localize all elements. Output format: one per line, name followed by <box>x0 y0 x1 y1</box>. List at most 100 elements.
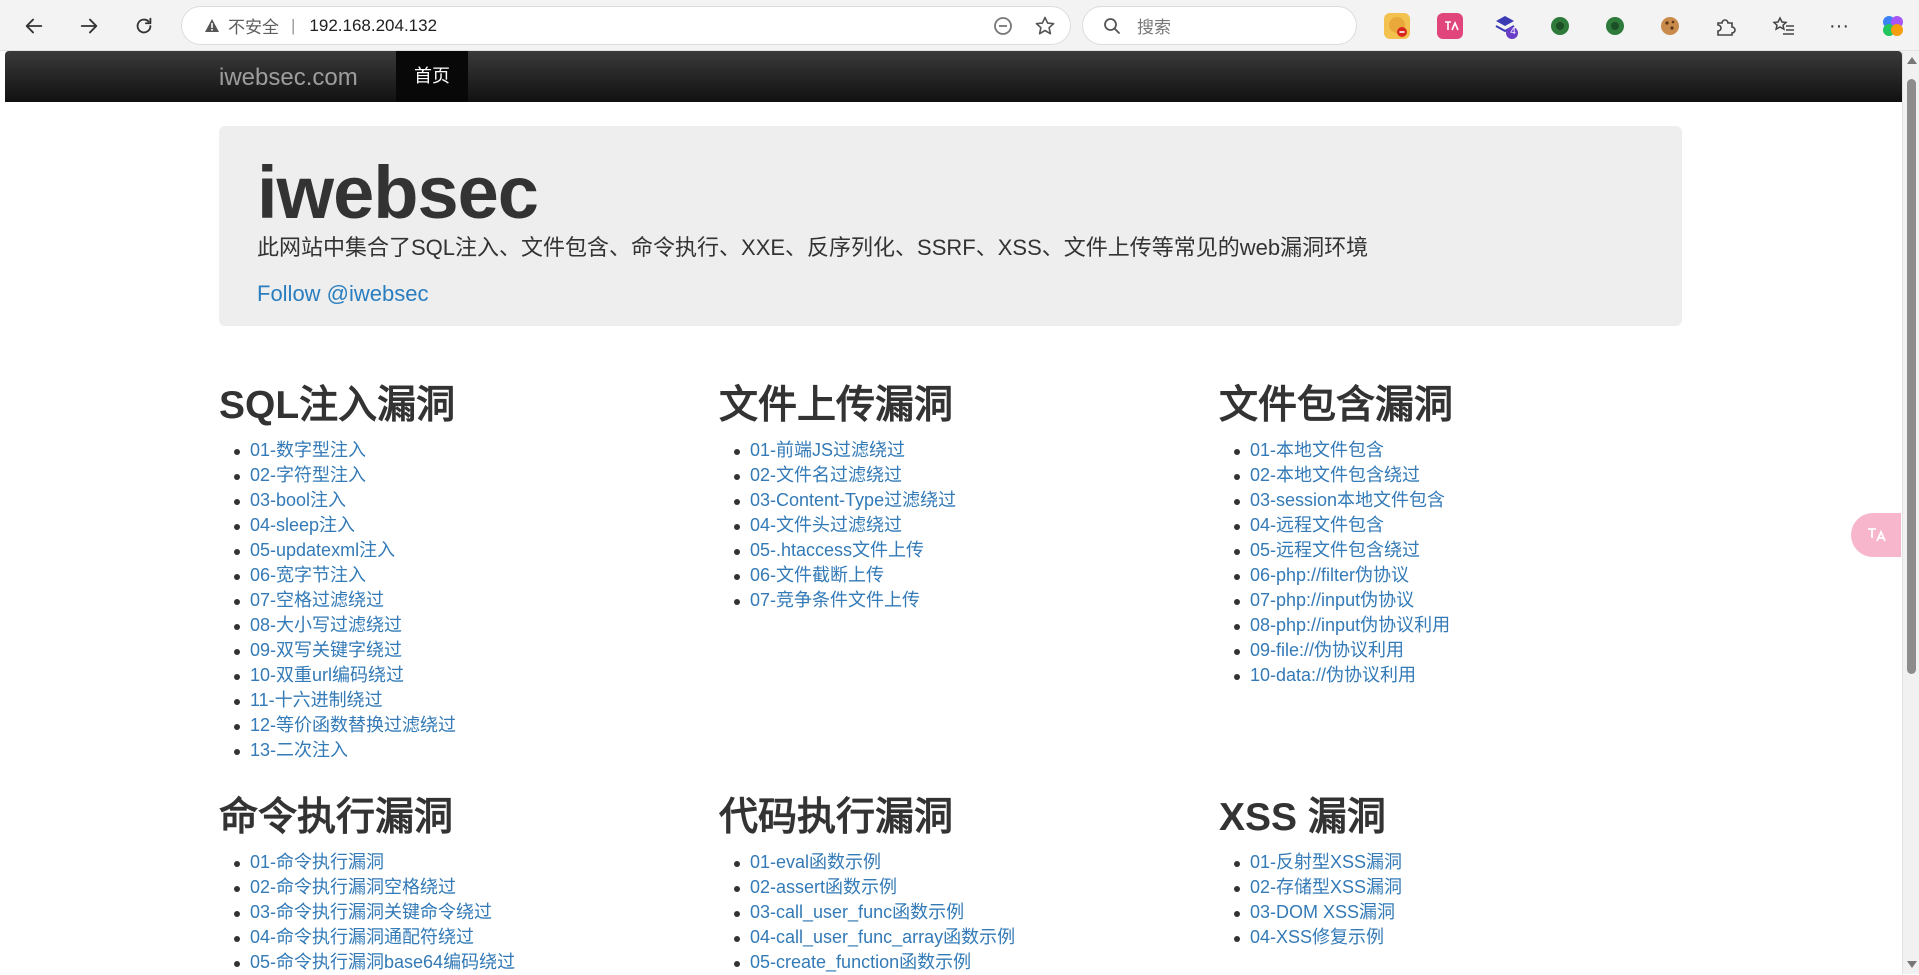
site-description: 此网站中集合了SQL注入、文件包含、命令执行、XXE、反序列化、SSRF、XSS… <box>257 235 1369 260</box>
search-icon <box>1104 17 1120 34</box>
vuln-link[interactable]: 10-双重url编码绕过 <box>219 663 456 688</box>
section-code-execution: 代码执行漏洞 01-eval函数示例 02-assert函数示例 03-call_u… <box>719 786 1015 975</box>
vuln-link[interactable]: 03-Content-Type过滤绕过 <box>719 488 956 513</box>
refresh-icon[interactable] <box>128 10 160 42</box>
shield-green-icon[interactable] <box>1547 13 1573 39</box>
vuln-link[interactable]: 02-本地文件包含绕过 <box>1219 463 1453 488</box>
section-title: 代码执行漏洞 <box>719 796 954 839</box>
stack-extension-icon[interactable]: 4 <box>1492 13 1518 39</box>
section-file-inclusion: 文件包含漏洞 01-本地文件包含 02-本地文件包含绕过 03-session本地文… <box>1219 374 1453 688</box>
site-navbar: iwebsec.com 首页 <box>5 51 1902 102</box>
vuln-link[interactable]: 01-本地文件包含 <box>1219 438 1453 463</box>
vuln-link[interactable]: 06-宽字节注入 <box>219 563 456 588</box>
read-aloud-icon[interactable] <box>992 15 1014 37</box>
address-bar[interactable]: 不安全 | 192.168.204.132 <box>181 6 1071 45</box>
scroll-up-arrow-icon[interactable] <box>1907 57 1917 64</box>
search-placeholder: 搜索 <box>1137 18 1171 37</box>
section-list: 01-eval函数示例 02-assert函数示例 03-call_user_fun… <box>719 850 1015 975</box>
vuln-link[interactable]: 03-bool注入 <box>219 488 456 513</box>
follow-link[interactable]: Follow @iwebsec <box>257 281 429 307</box>
favorite-star-icon[interactable] <box>1034 15 1056 37</box>
jumbotron: iwebsec 此网站中集合了SQL注入、文件包含、命令执行、XXE、反序列化、… <box>219 126 1682 326</box>
insecure-label[interactable]: 不安全 <box>228 13 279 38</box>
vuln-link[interactable]: 10-data://伪协议利用 <box>1219 663 1453 688</box>
back-icon[interactable] <box>18 10 50 42</box>
vuln-link[interactable]: 02-assert函数示例 <box>719 875 1015 900</box>
copilot-icon[interactable] <box>1880 13 1906 39</box>
vuln-link[interactable]: 05-updatexml注入 <box>219 538 456 563</box>
section-command-execution: 命令执行漏洞 01-命令执行漏洞 02-命令执行漏洞空格绕过 03-命令执行漏洞关键… <box>219 786 515 975</box>
section-title: 文件包含漏洞 <box>1219 384 1454 427</box>
warning-icon[interactable] <box>204 18 220 34</box>
more-menu-icon[interactable]: ··· <box>1826 13 1852 39</box>
vuln-link[interactable]: 12-等价函数替换过滤绕过 <box>219 713 456 738</box>
vuln-link[interactable]: 03-call_user_func函数示例 <box>719 900 1015 925</box>
nav-home-link[interactable]: 首页 <box>396 51 468 102</box>
section-list: 01-命令执行漏洞 02-命令执行漏洞空格绕过 03-命令执行漏洞关键命令绕过 04-… <box>219 850 515 975</box>
scroll-down-arrow-icon[interactable] <box>1907 961 1917 968</box>
vuln-link[interactable]: 01-前端JS过滤绕过 <box>719 438 956 463</box>
scrollbar-thumb[interactable] <box>1907 79 1916 674</box>
translate-extension-icon[interactable] <box>1437 13 1463 39</box>
vuln-link[interactable]: 07-空格过滤绕过 <box>219 588 456 613</box>
extensions-puzzle-icon[interactable] <box>1712 13 1738 39</box>
url-text[interactable]: 192.168.204.132 <box>309 16 437 36</box>
section-list: 01-前端JS过滤绕过 02-文件名过滤绕过 03-Content-Type过滤绕过… <box>719 438 956 613</box>
shield-green-icon-2[interactable] <box>1602 13 1628 39</box>
site-title: iwebsec <box>257 151 539 234</box>
vuln-link[interactable]: 05-命令执行漏洞base64编码绕过 <box>219 950 515 975</box>
floating-translate-button[interactable] <box>1851 513 1901 557</box>
browser-toolbar: 不安全 | 192.168.204.132 搜索 4 ··· <box>0 0 1919 51</box>
vuln-link[interactable]: 04-sleep注入 <box>219 513 456 538</box>
section-list: 01-数字型注入 02-字符型注入 03-bool注入 04-sleep注入 05-up… <box>219 438 456 763</box>
vuln-link[interactable]: 03-DOM XSS漏洞 <box>1219 900 1402 925</box>
vuln-link[interactable]: 01-数字型注入 <box>219 438 456 463</box>
vuln-link[interactable]: 06-文件截断上传 <box>719 563 956 588</box>
vuln-link[interactable]: 01-eval函数示例 <box>719 850 1015 875</box>
section-xss: XSS 漏洞 01-反射型XSS漏洞 02-存储型XSS漏洞 03-DOM XSS漏… <box>1219 786 1402 950</box>
browser-search-box[interactable]: 搜索 <box>1082 6 1357 45</box>
vuln-link[interactable]: 06-php://filter伪协议 <box>1219 563 1453 588</box>
vuln-link[interactable]: 07-php://input伪协议 <box>1219 588 1453 613</box>
section-title: 文件上传漏洞 <box>719 384 954 427</box>
vuln-link[interactable]: 04-文件头过滤绕过 <box>719 513 956 538</box>
vuln-link[interactable]: 02-存储型XSS漏洞 <box>1219 875 1402 900</box>
vuln-link[interactable]: 02-命令执行漏洞空格绕过 <box>219 875 515 900</box>
section-list: 01-本地文件包含 02-本地文件包含绕过 03-session本地文件包含 04-远… <box>1219 438 1453 688</box>
vuln-link[interactable]: 04-命令执行漏洞通配符绕过 <box>219 925 515 950</box>
extension-badge-count: 4 <box>1510 26 1516 37</box>
vuln-link[interactable]: 01-命令执行漏洞 <box>219 850 515 875</box>
vuln-link[interactable]: 03-session本地文件包含 <box>1219 488 1453 513</box>
section-file-upload: 文件上传漏洞 01-前端JS过滤绕过 02-文件名过滤绕过 03-Content-T… <box>719 374 956 613</box>
vuln-link[interactable]: 04-XSS修复示例 <box>1219 925 1402 950</box>
vuln-link[interactable]: 09-file://伪协议利用 <box>1219 638 1453 663</box>
vuln-link[interactable]: 08-大小写过滤绕过 <box>219 613 456 638</box>
cookie-icon[interactable] <box>1657 13 1683 39</box>
page-scrollbar[interactable] <box>1902 51 1919 974</box>
vuln-link[interactable]: 05-.htaccess文件上传 <box>719 538 956 563</box>
section-title: 命令执行漏洞 <box>219 796 454 839</box>
vuln-link[interactable]: 11-十六进制绕过 <box>219 688 456 713</box>
vuln-link[interactable]: 13-二次注入 <box>219 738 456 763</box>
vuln-link[interactable]: 09-双写关键字绕过 <box>219 638 456 663</box>
site-brand[interactable]: iwebsec.com <box>219 64 358 92</box>
section-sql-injection: SQL注入漏洞 01-数字型注入 02-字符型注入 03-bool注入 04-slee… <box>219 374 456 763</box>
forward-icon[interactable] <box>73 10 105 42</box>
favorites-list-icon[interactable] <box>1771 13 1797 39</box>
translate-icon <box>1868 528 1886 542</box>
vuln-link[interactable]: 02-字符型注入 <box>219 463 456 488</box>
vuln-link[interactable]: 04-远程文件包含 <box>1219 513 1453 538</box>
vuln-link[interactable]: 08-php://input伪协议利用 <box>1219 613 1453 638</box>
url-separator: | <box>291 15 296 35</box>
extension-blocker-icon[interactable] <box>1384 13 1410 39</box>
vuln-link[interactable]: 04-call_user_func_array函数示例 <box>719 925 1015 950</box>
vuln-link[interactable]: 07-竞争条件文件上传 <box>719 588 956 613</box>
vuln-link[interactable]: 05-远程文件包含绕过 <box>1219 538 1453 563</box>
vuln-link[interactable]: 05-create_function函数示例 <box>719 950 1015 975</box>
section-title: SQL注入漏洞 <box>219 384 456 427</box>
vuln-link[interactable]: 01-反射型XSS漏洞 <box>1219 850 1402 875</box>
vuln-link[interactable]: 02-文件名过滤绕过 <box>719 463 956 488</box>
vuln-link[interactable]: 03-命令执行漏洞关键命令绕过 <box>219 900 515 925</box>
section-title: XSS 漏洞 <box>1219 796 1386 839</box>
section-list: 01-反射型XSS漏洞 02-存储型XSS漏洞 03-DOM XSS漏洞 04-XSS… <box>1219 850 1402 950</box>
